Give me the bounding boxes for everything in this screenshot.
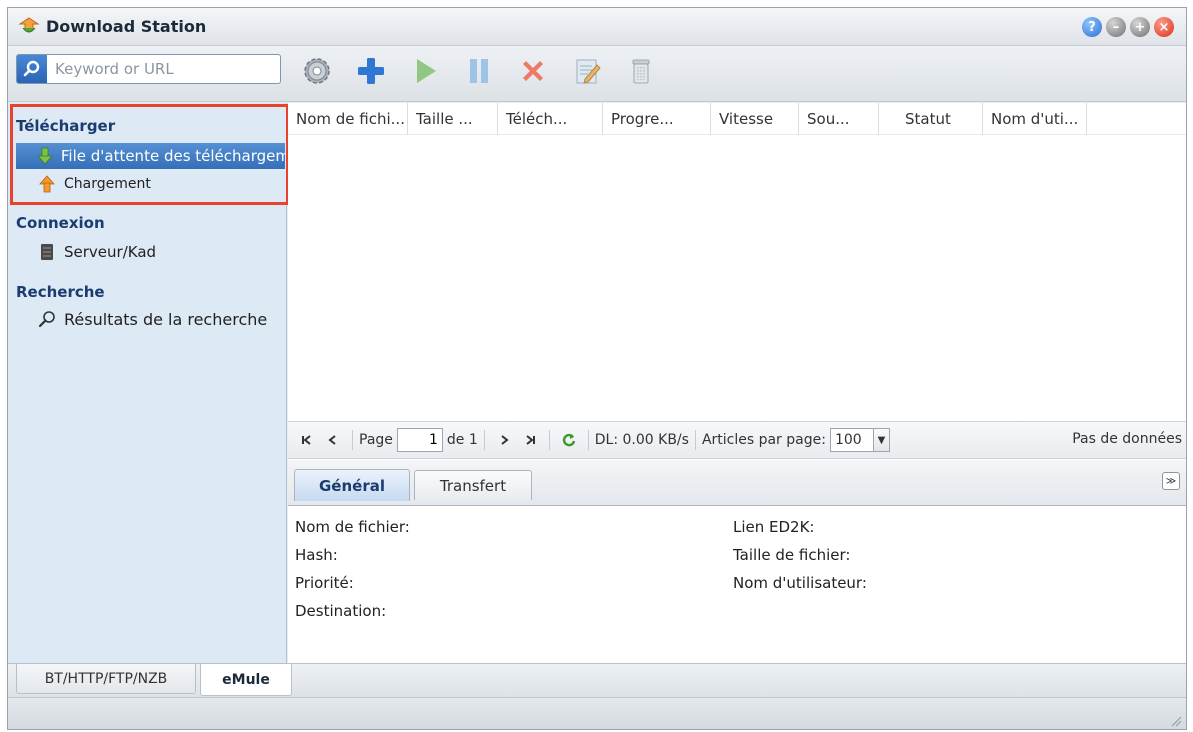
- column-header-size[interactable]: Taille ...: [408, 103, 498, 135]
- per-page-value: 100: [834, 432, 862, 448]
- separator: [548, 430, 550, 450]
- prev-page-icon[interactable]: [320, 428, 346, 452]
- clear-icon[interactable]: [622, 54, 660, 88]
- field-label-hash: Hash:: [295, 546, 338, 564]
- column-header-downloaded[interactable]: Téléch...: [498, 103, 603, 135]
- server-icon: [36, 243, 58, 261]
- search-input[interactable]: [47, 56, 272, 82]
- pause-icon[interactable]: [460, 54, 498, 88]
- download-station-logo-icon: [18, 17, 40, 33]
- minimize-icon[interactable]: –: [1106, 17, 1126, 37]
- sidebar: Télécharger File d'attente des télécharg…: [8, 103, 289, 663]
- field-label-destination: Destination:: [295, 602, 387, 620]
- per-page-label: Articles par page:: [701, 432, 826, 448]
- download-arrow-icon: [36, 147, 55, 165]
- sidebar-item-label: Chargement: [64, 176, 151, 192]
- download-list: [288, 135, 1186, 421]
- toolbar-actions: [298, 54, 660, 88]
- page-label: Page: [359, 432, 393, 448]
- detail-tabs: Général Transfert ≫: [288, 460, 1186, 506]
- column-header-username[interactable]: Nom d'uti...: [983, 103, 1087, 135]
- first-page-icon[interactable]: [294, 428, 320, 452]
- column-header-progress[interactable]: Progre...: [603, 103, 711, 135]
- field-label-ed2k-link: Lien ED2K:: [733, 518, 815, 536]
- sidebar-item-label: File d'attente des téléchargements: [60, 147, 285, 165]
- window-title: Download Station: [46, 17, 207, 36]
- pagination-bar: Page de 1 DL: 0.00 KB/s Articles par pag…: [288, 421, 1186, 459]
- column-header-status[interactable]: Statut: [879, 103, 983, 135]
- main-panel: Nom de fichi... Taille ... Téléch... Pro…: [288, 103, 1186, 663]
- page-number-input[interactable]: [396, 428, 443, 452]
- sidebar-item-label: Serveur/Kad: [64, 243, 157, 261]
- close-icon[interactable]: ×: [1154, 17, 1174, 37]
- sidebar-section-telecharger: Télécharger: [16, 117, 116, 135]
- separator: [587, 430, 589, 450]
- sidebar-section-connexion: Connexion: [16, 214, 105, 232]
- column-header-sources[interactable]: Sou...: [799, 103, 879, 135]
- tab-emule[interactable]: eMule: [200, 664, 292, 696]
- edit-icon[interactable]: [568, 54, 606, 88]
- title-bar: Download Station ? – + ×: [8, 8, 1186, 46]
- download-rate: DL: 0.00 KB/s: [594, 432, 689, 448]
- magnifier-icon: [36, 310, 58, 328]
- upload-arrow-icon: [36, 175, 58, 193]
- resize-grip-icon[interactable]: [1170, 715, 1182, 727]
- sidebar-section-recherche: Recherche: [16, 283, 105, 301]
- separator: [352, 430, 353, 450]
- help-icon[interactable]: ?: [1082, 17, 1102, 37]
- toolbar: [8, 46, 1186, 102]
- field-label-filename: Nom de fichier:: [295, 518, 410, 536]
- window-controls: ? – + ×: [1082, 17, 1174, 37]
- last-page-icon[interactable]: [517, 428, 543, 452]
- next-page-icon[interactable]: [491, 428, 517, 452]
- sidebar-item-download-queue[interactable]: File d'attente des téléchargements: [16, 143, 285, 169]
- column-header-speed[interactable]: Vitesse: [711, 103, 799, 135]
- sidebar-item-serveur-kad[interactable]: Serveur/Kad: [16, 239, 285, 265]
- column-header-filename[interactable]: Nom de fichi...: [288, 103, 408, 135]
- sidebar-item-resultats-recherche[interactable]: Résultats de la recherche: [16, 306, 285, 332]
- settings-icon[interactable]: [298, 54, 336, 88]
- download-station-window: Download Station ? – + × Keyword or URL …: [7, 7, 1187, 730]
- grid-status-text: Pas de données: [1072, 431, 1182, 447]
- chevron-down-icon: ▼: [872, 429, 889, 451]
- search-box: [16, 54, 281, 84]
- delete-icon[interactable]: [514, 54, 552, 88]
- sidebar-item-label: Résultats de la recherche: [64, 309, 268, 329]
- search-icon[interactable]: [17, 55, 47, 83]
- tab-bt-http-ftp-nzb[interactable]: BT/HTTP/FTP/NZB: [16, 664, 196, 694]
- separator: [694, 430, 696, 450]
- play-icon[interactable]: [406, 54, 444, 88]
- per-page-select[interactable]: 100 ▼: [829, 428, 890, 452]
- separator: [483, 430, 485, 450]
- collapse-icon[interactable]: ≫: [1162, 472, 1180, 490]
- status-bar: [8, 697, 1186, 729]
- tab-transfert[interactable]: Transfert: [414, 470, 532, 500]
- maximize-icon[interactable]: +: [1130, 17, 1150, 37]
- grid-header: Nom de fichi... Taille ... Téléch... Pro…: [288, 103, 1186, 135]
- page-of-label: de 1: [446, 432, 478, 448]
- field-label-priority: Priorité:: [295, 574, 354, 592]
- tab-general[interactable]: Général: [294, 469, 410, 501]
- field-label-file-size: Taille de fichier:: [733, 546, 851, 564]
- sidebar-item-chargement[interactable]: Chargement: [16, 171, 285, 197]
- refresh-icon[interactable]: [556, 428, 582, 452]
- add-icon[interactable]: [352, 54, 390, 88]
- field-label-username: Nom d'utilisateur:: [733, 574, 867, 592]
- protocol-tabs: BT/HTTP/FTP/NZB eMule: [8, 663, 1186, 697]
- detail-panel: Nom de fichier: Hash: Priorité: Destinat…: [288, 506, 1186, 663]
